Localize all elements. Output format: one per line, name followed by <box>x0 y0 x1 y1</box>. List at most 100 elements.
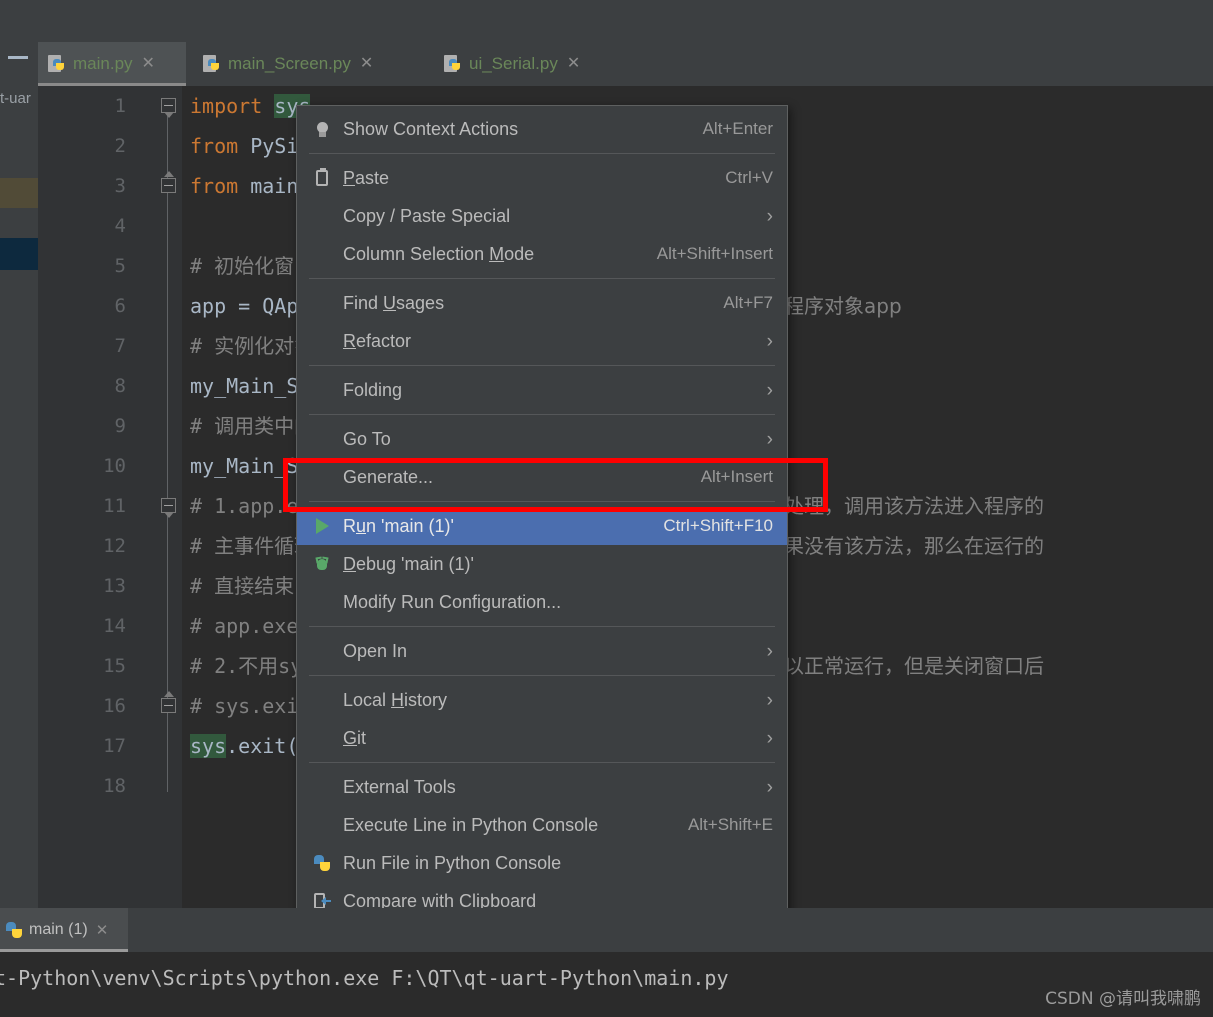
line-number: 8 <box>38 366 126 406</box>
python-file-icon <box>203 55 221 73</box>
menu-item-shortcut: Alt+Shift+Insert <box>657 244 773 264</box>
menu-separator <box>309 626 775 627</box>
menu-item-label: Debug 'main (1)' <box>343 554 474 575</box>
menu-item-label: Column Selection Mode <box>343 244 534 265</box>
menu-item-local-history[interactable]: Local History› <box>297 681 787 719</box>
line-number: 5 <box>38 246 126 286</box>
close-icon[interactable]: ✕ <box>360 56 373 72</box>
line-number: 6 <box>38 286 126 326</box>
code-text: sys.exit(a <box>190 726 310 766</box>
menu-item-find-usages[interactable]: Find Usages Alt+F7 <box>297 284 787 322</box>
line-number: 7 <box>38 326 126 366</box>
close-icon[interactable]: ✕ <box>567 56 580 72</box>
menu-item-no-icon <box>309 242 335 266</box>
line-number: 2 <box>38 126 126 166</box>
menu-separator <box>309 501 775 502</box>
menu-item-shortcut: Ctrl+Shift+F10 <box>663 516 773 536</box>
menu-item-label: Generate... <box>343 467 433 488</box>
chevron-right-icon: › <box>767 332 773 351</box>
close-icon[interactable]: ✕ <box>96 921 109 939</box>
fold-toggle-icon[interactable] <box>161 98 176 113</box>
tab-ui-serial-py[interactable]: ui_Serial.py ✕ <box>434 42 634 86</box>
line-number: 4 <box>38 206 126 246</box>
line-number: 15 <box>38 646 126 686</box>
code-text: # sys.exit <box>190 686 310 726</box>
menu-item-git[interactable]: Git› <box>297 719 787 757</box>
watermark: CSDN @请叫我啸鹏 <box>1045 984 1201 1009</box>
menu-item-folding[interactable]: Folding › <box>297 371 787 409</box>
menu-item-shortcut: Alt+F7 <box>723 293 773 313</box>
menu-item-generate[interactable]: Generate... Alt+Insert <box>297 458 787 496</box>
line-number: 11 <box>38 486 126 526</box>
menu-separator <box>309 675 775 676</box>
code-text: from main_ <box>190 166 310 206</box>
project-tree-row-highlight-a[interactable] <box>0 178 38 208</box>
fold-toggle-icon[interactable] <box>161 178 176 193</box>
menu-separator <box>309 153 775 154</box>
menu-item-column-selection-mode[interactable]: Column Selection Mode Alt+Shift+Insert <box>297 235 787 273</box>
menu-item-go-to[interactable]: Go To › <box>297 420 787 458</box>
menu-item-shortcut: Alt+Insert <box>701 467 773 487</box>
menu-item-label: Show Context Actions <box>343 119 518 140</box>
menu-item-execute-line-in-python-console[interactable]: Execute Line in Python ConsoleAlt+Shift+… <box>297 806 787 844</box>
fold-toggle-icon[interactable] <box>161 498 176 513</box>
menu-item-no-icon <box>309 427 335 451</box>
menu-item-shortcut: Alt+Enter <box>703 119 773 139</box>
menu-item-label: Find Usages <box>343 293 444 314</box>
menu-item-run-main-1[interactable]: Run 'main (1)'Ctrl+Shift+F10 <box>297 507 787 545</box>
run-tool-window: main (1) ✕ t-Python\venv\Scripts\python.… <box>0 908 1213 1017</box>
menu-item-debug-main-1[interactable]: Debug 'main (1)' <box>297 545 787 583</box>
line-number: 16 <box>38 686 126 726</box>
menu-item-no-icon <box>309 465 335 489</box>
chevron-right-icon: › <box>767 430 773 449</box>
tab-label: main.py <box>73 54 133 74</box>
project-tool-window-sliver[interactable]: t-uar <box>0 42 38 908</box>
menu-item-run-file-in-python-console[interactable]: Run File in Python Console <box>297 844 787 882</box>
menu-separator <box>309 278 775 279</box>
menu-item-shortcut: Alt+Shift+E <box>688 815 773 835</box>
code-text: from PySid <box>190 126 310 166</box>
menu-item-refactor[interactable]: Refactor› <box>297 322 787 360</box>
chevron-right-icon: › <box>767 207 773 226</box>
menu-item-open-in[interactable]: Open In› <box>297 632 787 670</box>
menu-item-no-icon <box>309 639 335 663</box>
pycharm-window: t-uar main.py ✕ main_Screen.py ✕ ui_Seri… <box>0 0 1213 1017</box>
menu-item-external-tools[interactable]: External Tools› <box>297 768 787 806</box>
run-tab-bar: main (1) ✕ <box>0 908 1213 952</box>
close-icon[interactable]: ✕ <box>142 56 155 72</box>
line-number: 13 <box>38 566 126 606</box>
menu-item-label: Folding <box>343 380 402 401</box>
menu-item-no-icon <box>309 329 335 353</box>
project-path-fragment: t-uar <box>0 90 31 107</box>
menu-item-label: Go To <box>343 429 391 450</box>
tab-main-py[interactable]: main.py ✕ <box>38 42 186 86</box>
python-file-icon <box>48 55 66 73</box>
menu-item-modify-run-configuration[interactable]: Modify Run Configuration... <box>297 583 787 621</box>
chevron-right-icon: › <box>767 729 773 748</box>
chevron-right-icon: › <box>767 778 773 797</box>
tab-label: main_Screen.py <box>228 54 351 74</box>
menu-item-label: Open In <box>343 641 407 662</box>
run-tab-label: main (1) <box>29 921 88 939</box>
menu-item-show-context-actions[interactable]: Show Context Actions Alt+Enter <box>297 110 787 148</box>
run-tab-main[interactable]: main (1) ✕ <box>0 908 128 952</box>
menu-item-paste[interactable]: PasteCtrl+V <box>297 159 787 197</box>
menu-item-no-icon <box>309 204 335 228</box>
menu-item-label: Paste <box>343 168 389 189</box>
minimize-icon[interactable] <box>8 56 28 59</box>
tab-label: ui_Serial.py <box>469 54 558 74</box>
run-console[interactable]: t-Python\venv\Scripts\python.exe F:\QT\q… <box>0 952 1213 1017</box>
debug-bug-icon <box>309 552 335 576</box>
clipboard-icon <box>309 166 335 190</box>
project-tree-row-highlight-b[interactable] <box>0 238 38 270</box>
tab-main-screen-py[interactable]: main_Screen.py ✕ <box>193 42 429 86</box>
code-text: my_Main_Sc <box>190 446 310 486</box>
line-number: 17 <box>38 726 126 766</box>
fold-toggle-icon[interactable] <box>161 698 176 713</box>
menu-item-label: Modify Run Configuration... <box>343 592 561 613</box>
editor-context-menu[interactable]: Show Context Actions Alt+Enter PasteCtrl+V… <box>296 105 788 974</box>
line-number: 14 <box>38 606 126 646</box>
menu-item-label: Local History <box>343 690 447 711</box>
chevron-right-icon: › <box>767 381 773 400</box>
menu-item-copy-paste-special[interactable]: Copy / Paste Special› <box>297 197 787 235</box>
